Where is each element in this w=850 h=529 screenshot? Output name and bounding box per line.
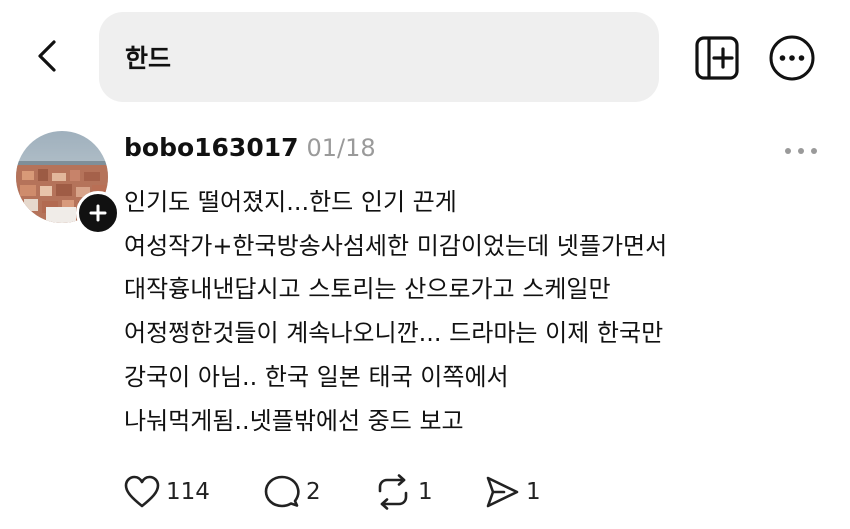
send-icon	[486, 476, 519, 508]
comment-bubble-icon	[264, 475, 300, 508]
post-header: bobo163017 01/18	[124, 133, 376, 162]
post-actions: 114 2 1 1	[124, 470, 564, 514]
horizontal-dots-icon	[785, 148, 817, 154]
share-count: 1	[526, 479, 541, 505]
reply-count: 2	[306, 479, 321, 505]
more-circle-icon	[769, 35, 815, 81]
thread-post-view: 한드 bobo163017 01/18 인기도 떨어졌지...한드 인기 끈게 …	[0, 0, 850, 529]
repost-icon	[378, 474, 408, 510]
search-bar[interactable]: 한드	[99, 12, 659, 102]
back-button[interactable]	[22, 30, 74, 82]
share-button[interactable]: 1	[484, 475, 564, 509]
post-text-line: 대작흉내낸답시고 스토리는 산으로가고 스케일만	[124, 275, 611, 304]
heart-icon	[124, 475, 160, 508]
post-timestamp: 01/18	[306, 134, 376, 162]
like-button[interactable]: 114	[124, 475, 264, 509]
post-text-line: 여성작가+한국방송사섬세한 미감이었는데 넷플가면서	[124, 231, 668, 260]
repost-button[interactable]: 1	[374, 474, 484, 510]
post-text-line: 어정쩡한것들이 계속나오니깐... 드라마는 이제 한국만	[124, 319, 664, 348]
post-text-line: 강국이 아님.. 한국 일본 태국 이쪽에서	[124, 362, 509, 391]
repost-count: 1	[418, 479, 433, 505]
chevron-left-icon	[38, 40, 56, 72]
post-text-line: 인기도 떨어졌지...한드 인기 끈게	[124, 188, 457, 216]
new-post-icon	[695, 36, 739, 80]
author-avatar[interactable]	[16, 131, 120, 235]
follow-plus-button[interactable]	[76, 191, 120, 235]
new-post-button[interactable]	[692, 33, 742, 83]
post-options-button[interactable]	[780, 138, 822, 164]
post-text-line: 나눠먹게됨..넷플밖에선 중드 보고	[124, 406, 464, 435]
search-query-text: 한드	[125, 44, 172, 73]
like-count: 114	[166, 479, 210, 505]
more-options-button[interactable]	[766, 32, 818, 84]
reply-button[interactable]: 2	[264, 475, 374, 509]
plus-icon	[89, 204, 107, 222]
post-text: 인기도 떨어졌지...한드 인기 끈게 여성작가+한국방송사섬세한 미감이었는데…	[124, 181, 824, 443]
author-username[interactable]: bobo163017	[124, 133, 299, 162]
